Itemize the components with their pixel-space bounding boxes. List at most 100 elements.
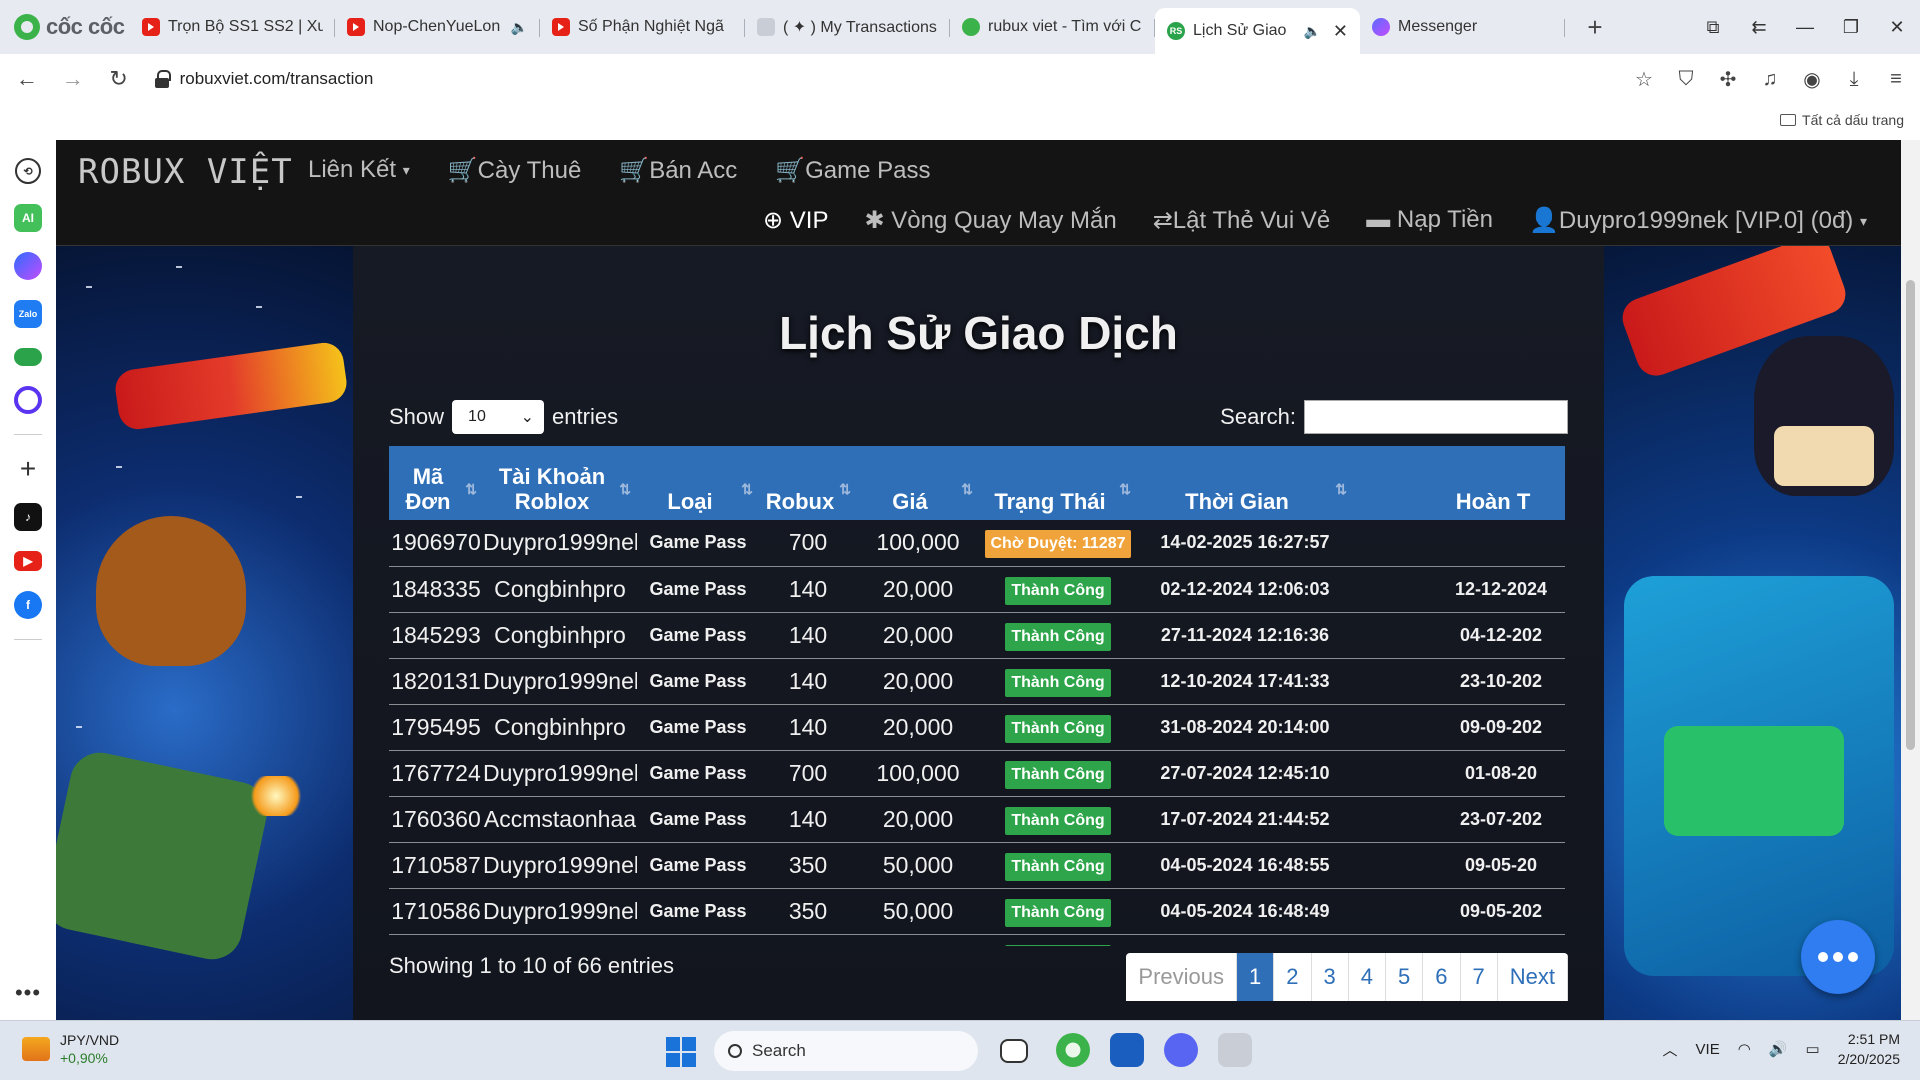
- sort-icon: ⇅: [619, 481, 631, 497]
- cell-type: Game Pass: [637, 750, 759, 797]
- clock[interactable]: 2:51 PM 2/20/2025: [1838, 1029, 1900, 1069]
- header-loai[interactable]: Loại ⇅: [637, 446, 759, 520]
- header-ma-don[interactable]: Mã Đơn ⇅: [389, 446, 483, 520]
- speaker-icon[interactable]: 🔈: [511, 19, 528, 36]
- nav-lien-ket-label: Liên Kết: [308, 156, 397, 183]
- browser-tab[interactable]: Messenger: [1360, 7, 1565, 47]
- download-icon[interactable]: ⤓: [1840, 68, 1868, 91]
- taskbar-search[interactable]: Search: [714, 1031, 978, 1071]
- messenger-icon[interactable]: [14, 252, 42, 280]
- nav-game-pass[interactable]: 🛒Game Pass: [775, 156, 930, 185]
- previous-page-button[interactable]: Previous: [1126, 953, 1237, 1001]
- add-sidebar-app-icon[interactable]: +: [14, 453, 42, 484]
- star-streak: [76, 726, 82, 728]
- browser-tab[interactable]: rubux viet - Tìm với C: [950, 7, 1155, 47]
- coccoc-taskbar-icon[interactable]: [1056, 1033, 1090, 1067]
- restore-button[interactable]: ❐: [1828, 17, 1874, 38]
- back-history-icon[interactable]: ⇇: [1736, 17, 1782, 38]
- nav-user-menu[interactable]: 👤Duypro1999nek [VIP.0] (0đ) ▾: [1529, 206, 1867, 235]
- q-search-icon[interactable]: [14, 386, 42, 414]
- nav-lat-the[interactable]: ⇄Lật Thẻ Vui Vẻ: [1153, 206, 1331, 235]
- history-icon[interactable]: ⟲: [15, 158, 41, 184]
- media-control-icon[interactable]: ♫: [1756, 68, 1784, 91]
- tab-search-icon[interactable]: ⧉: [1690, 17, 1736, 38]
- browser-tab[interactable]: Trọn Bộ SS1 SS2 | Xu: [130, 7, 335, 47]
- header-hoan-thanh[interactable]: Hoàn T: [1353, 446, 1565, 520]
- start-button[interactable]: [666, 1037, 696, 1067]
- next-page-button[interactable]: Next: [1498, 953, 1568, 1001]
- cell-type: Game Pass: [637, 888, 759, 935]
- page-button-6[interactable]: 6: [1423, 953, 1461, 1001]
- site-logo[interactable]: ROBUX VIỆT: [78, 152, 293, 192]
- browser-tab[interactable]: Nop-ChenYueLon 🔈: [335, 7, 540, 47]
- cell-type: Game Pass: [637, 704, 759, 751]
- gamepad-icon[interactable]: [14, 348, 42, 366]
- browser-tab[interactable]: ( ✦ ) My Transactions: [745, 7, 950, 47]
- header-gia[interactable]: Giá ⇅: [857, 446, 979, 520]
- page-scrollbar[interactable]: [1901, 140, 1920, 1020]
- chat-button[interactable]: [1801, 920, 1875, 994]
- lock-icon[interactable]: [154, 70, 171, 88]
- nav-ban-acc[interactable]: 🛒Bán Acc: [619, 156, 737, 185]
- entries-select-value: 10: [468, 408, 486, 425]
- volume-icon[interactable]: 🔊: [1769, 1040, 1788, 1058]
- page-button-1[interactable]: 1: [1237, 953, 1275, 1001]
- extensions-icon[interactable]: ✣: [1714, 67, 1742, 92]
- language-indicator[interactable]: VIE: [1696, 1041, 1720, 1058]
- transaction-table-wrapper[interactable]: Mã Đơn ⇅ Tài Khoản Roblox ⇅ Loại ⇅ Robux ⇅ Giá ⇅ T…: [389, 446, 1565, 946]
- ticker-widget[interactable]: JPY/VND +0,90%: [22, 1031, 119, 1067]
- reload-button[interactable]: ↻: [100, 66, 138, 92]
- tiktok-icon[interactable]: ♪: [14, 503, 42, 531]
- minimize-button[interactable]: —: [1782, 17, 1828, 38]
- clock-time: 2:51 PM: [1847, 1031, 1900, 1047]
- page-button-3[interactable]: 3: [1312, 953, 1349, 1001]
- battery-icon[interactable]: ▭: [1806, 1040, 1820, 1058]
- more-options-icon[interactable]: •••: [15, 980, 41, 1006]
- page-button-7[interactable]: 7: [1461, 953, 1498, 1001]
- entries-select[interactable]: 10 ⌄: [452, 400, 545, 434]
- forward-button[interactable]: →: [54, 66, 92, 92]
- shield-icon[interactable]: ⛉: [1672, 68, 1700, 91]
- browser-tab[interactable]: Số Phận Nghiệt Ngã: [540, 7, 745, 47]
- close-window-button[interactable]: ✕: [1874, 17, 1920, 38]
- address-bar[interactable]: robuxviet.com/transaction: [146, 61, 1630, 97]
- page-button-4[interactable]: 4: [1349, 953, 1386, 1001]
- bookmarks-bar[interactable]: Tất cả dấu trang: [1780, 104, 1904, 136]
- nav-vong-quay[interactable]: ✱ Vòng Quay May Mắn: [864, 206, 1116, 235]
- youtube-icon[interactable]: ▶: [14, 551, 42, 571]
- discord-icon[interactable]: [1164, 1033, 1198, 1067]
- header-trang-thai[interactable]: Trạng Thái ⇅: [979, 446, 1137, 520]
- nav-lien-ket[interactable]: Liên Kết ▾: [308, 156, 410, 185]
- header-robux[interactable]: Robux ⇅: [759, 446, 857, 520]
- store-icon[interactable]: [1110, 1033, 1144, 1067]
- file-app-icon[interactable]: [1218, 1033, 1252, 1067]
- ai-assistant-icon[interactable]: AI: [14, 204, 42, 232]
- close-tab-icon[interactable]: ✕: [1333, 21, 1348, 42]
- task-view-icon[interactable]: [1000, 1039, 1028, 1063]
- nav-cay-thue[interactable]: 🛒Cày Thuê: [448, 156, 582, 185]
- browser-brand[interactable]: cốc cốc: [0, 0, 130, 54]
- menu-icon[interactable]: ≡: [1882, 68, 1910, 91]
- wifi-icon[interactable]: ◠: [1738, 1040, 1751, 1058]
- url-text[interactable]: robuxviet.com/transaction: [180, 69, 374, 89]
- window-controls: ⧉ ⇇ — ❐ ✕: [1690, 0, 1920, 54]
- profile-icon[interactable]: ◉: [1798, 67, 1826, 92]
- header-thoi-gian[interactable]: Thời Gian ⇅: [1137, 446, 1353, 520]
- page-button-5[interactable]: 5: [1386, 953, 1424, 1001]
- browser-tab[interactable]: RS Lịch Sử Giao 🔈 ✕: [1155, 8, 1360, 54]
- speaker-icon[interactable]: 🔈: [1303, 23, 1320, 40]
- nav-nap-tien[interactable]: ▬ Nạp Tiền: [1366, 206, 1493, 235]
- facebook-icon[interactable]: f: [14, 591, 42, 619]
- zalo-icon[interactable]: Zalo: [14, 300, 42, 328]
- bookmark-star-icon[interactable]: ☆: [1630, 67, 1658, 92]
- search-input[interactable]: [1304, 400, 1568, 434]
- page-button-2[interactable]: 2: [1274, 953, 1312, 1001]
- new-tab-button[interactable]: +: [1575, 7, 1615, 47]
- left-banner-art: [56, 246, 353, 1020]
- scrollbar-thumb[interactable]: [1906, 280, 1915, 750]
- back-button[interactable]: ←: [8, 66, 46, 92]
- header-tai-khoan[interactable]: Tài Khoản Roblox ⇅: [483, 446, 637, 520]
- nav-vip[interactable]: ⊕ VIP: [763, 206, 828, 235]
- browser-brand-label: cốc cốc: [46, 14, 125, 39]
- chevron-up-icon[interactable]: ︿: [1663, 1039, 1678, 1060]
